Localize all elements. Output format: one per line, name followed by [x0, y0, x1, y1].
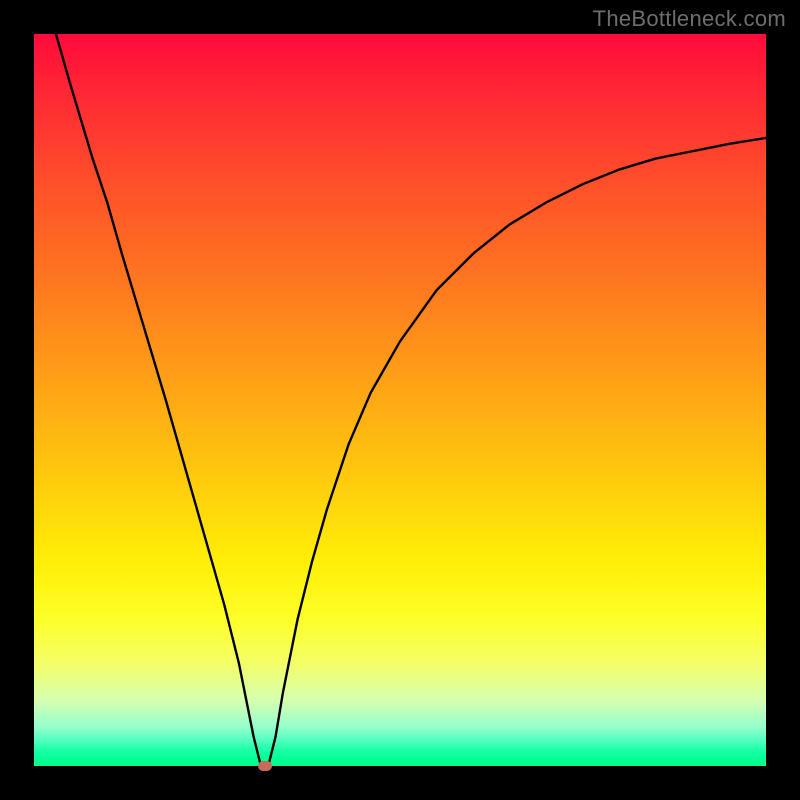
watermark-text: TheBottleneck.com: [593, 6, 786, 32]
plot-area: [34, 34, 766, 766]
bottleneck-curve: [34, 34, 766, 766]
minimum-dot: [258, 761, 272, 771]
chart-frame: TheBottleneck.com: [0, 0, 800, 800]
